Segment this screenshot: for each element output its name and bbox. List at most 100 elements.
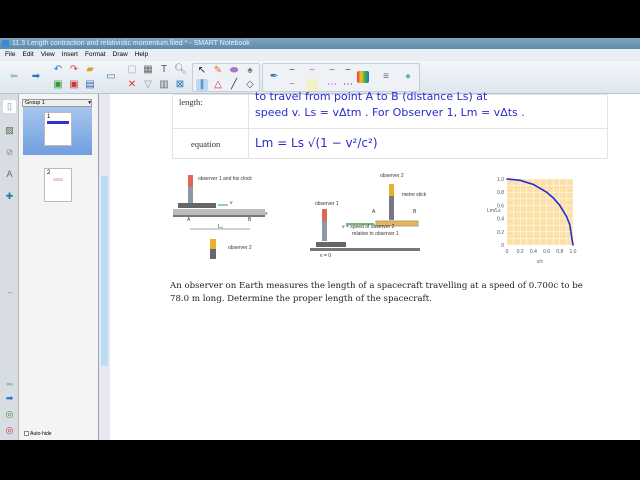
- x-tick-label: 0: [506, 249, 509, 255]
- page-sorter-tab-icon[interactable]: ▯: [3, 100, 16, 113]
- addons-tab-icon[interactable]: ✚: [3, 190, 16, 203]
- menu-file[interactable]: File: [5, 49, 15, 61]
- page-sorter-panel: ▯ ▨ ⊘ A ✚ ↔ ⬅ ➡ ◎ ◎ Group 1 ▾ 1 2 Auto-hi…: [0, 94, 110, 440]
- paste-icon[interactable]: ▢: [126, 64, 138, 76]
- group-dropdown[interactable]: Group 1 ▾: [22, 99, 92, 107]
- contraction-chart: 0 0.2 0.4 0.6 0.8 1.000.20.40.60.81.0v/cLm/Ls: [487, 177, 577, 265]
- y-tick-label: 1.0: [497, 177, 504, 183]
- menu-format[interactable]: Format: [85, 49, 106, 61]
- whiteboard-canvas[interactable]: length: to travel from point A to B (dis…: [110, 90, 640, 440]
- data-point: [568, 223, 571, 226]
- x-tick-label: 0.8: [556, 249, 563, 255]
- display-icon[interactable]: ▭: [105, 71, 117, 83]
- forward-arrow-icon[interactable]: ➡: [30, 71, 42, 83]
- data-point: [559, 204, 561, 207]
- properties-tab-icon[interactable]: A: [3, 168, 16, 181]
- pen-style-3[interactable]: ~: [326, 65, 338, 77]
- pen-icon[interactable]: ✎: [212, 65, 224, 77]
- math-tools-icon[interactable]: ∥: [196, 79, 208, 91]
- menu-insert[interactable]: Insert: [62, 49, 78, 61]
- page-number: 2: [47, 170, 51, 176]
- y-tick-label: 0.2: [497, 230, 504, 236]
- x-tick-label: 0.4: [530, 249, 537, 255]
- data-point: [519, 179, 521, 182]
- row-label-length: length:: [172, 94, 249, 129]
- autohide-checkbox[interactable]: Auto-hide: [24, 431, 52, 437]
- pen-style-1[interactable]: ~: [286, 65, 298, 77]
- panel-left-arrow-icon[interactable]: ⬅: [3, 378, 16, 391]
- menu-edit[interactable]: Edit: [22, 49, 33, 61]
- menu-bar: File Edit View Insert Format Draw Help: [0, 49, 640, 61]
- redo-icon[interactable]: ↷: [68, 64, 80, 76]
- app-icon: [2, 40, 9, 47]
- menu-draw[interactable]: Draw: [113, 49, 128, 61]
- delete-page-icon[interactable]: ◎: [3, 424, 16, 437]
- pen-style-4[interactable]: ~: [342, 65, 354, 77]
- handwritten-notes: to travel from point A to B (distance Ls…: [248, 90, 608, 129]
- chevron-down-icon: ▾: [88, 100, 91, 106]
- data-point: [545, 191, 548, 193]
- back-arrow-icon[interactable]: ⬅: [8, 71, 20, 83]
- text-icon[interactable]: T: [158, 64, 170, 76]
- y-tick-label: 0: [501, 243, 504, 249]
- add-page-icon[interactable]: ▣: [52, 79, 64, 91]
- delete-icon[interactable]: ✕: [126, 79, 138, 91]
- sorter-scrollbar[interactable]: [98, 94, 110, 440]
- data-point: [532, 183, 535, 186]
- screen-shade-icon[interactable]: ▦: [142, 64, 154, 76]
- color-palette-icon[interactable]: [357, 71, 369, 83]
- delete-page-icon[interactable]: ▣: [68, 79, 80, 91]
- data-point: [506, 178, 508, 180]
- page-number: 1: [47, 114, 51, 120]
- page-thumbnail-1[interactable]: 1: [44, 112, 72, 146]
- scrollbar-thumb[interactable]: [101, 176, 108, 366]
- data-point: [552, 197, 554, 199]
- lesson-table: length: to travel from point A to B (dis…: [172, 90, 608, 159]
- open-folder-icon[interactable]: ▰: [84, 64, 96, 76]
- undo-icon[interactable]: ↶: [52, 64, 64, 76]
- x-tick-label: 0.2: [517, 249, 524, 255]
- y-axis-label: Lm/Ls: [487, 208, 501, 214]
- select-arrow-icon[interactable]: ↖: [196, 65, 208, 77]
- save-icon[interactable]: ▤: [84, 79, 96, 91]
- panel-resize-icon[interactable]: ↔: [3, 286, 16, 299]
- panel-right-arrow-icon[interactable]: ➡: [3, 392, 16, 405]
- label-a: A: [372, 209, 376, 215]
- x-axis-label: v/c: [537, 259, 544, 265]
- label-l0: L₀: [218, 224, 223, 230]
- question-text: An observer on Earth measures the length…: [170, 281, 583, 304]
- transparency-icon[interactable]: ●: [402, 71, 414, 83]
- label-observer2: observer 2: [228, 245, 252, 251]
- pen-type-icon[interactable]: ✒: [268, 71, 280, 83]
- group-label: Group 1: [25, 100, 45, 106]
- fullscreen-icon[interactable]: ⊠: [174, 79, 186, 91]
- magnifier-icon[interactable]: 🔍︎: [174, 64, 187, 76]
- row-label-equation: equation: [172, 128, 249, 159]
- window-title: 11.3 Length contraction and relativistic…: [12, 40, 250, 47]
- menu-help[interactable]: Help: [135, 49, 148, 61]
- menu-view[interactable]: View: [41, 49, 55, 61]
- label-observer2: observer 2: [380, 173, 404, 179]
- label-speed-note: v = speed of observer 2: [342, 224, 395, 230]
- attachments-tab-icon[interactable]: ⊘: [3, 146, 16, 159]
- pen-style-2[interactable]: ~: [306, 65, 318, 77]
- label-b: B: [248, 217, 252, 223]
- label-x: x: [265, 211, 268, 217]
- x-tick-label: 1.0: [570, 249, 577, 255]
- page-thumbnail-2[interactable]: 2: [44, 168, 72, 202]
- shapes-icon[interactable]: △: [212, 79, 224, 91]
- line-icon[interactable]: ╱: [228, 79, 240, 91]
- gallery-tab-icon[interactable]: ▨: [3, 124, 16, 137]
- label-observer1: observer 1: [315, 201, 339, 207]
- line-style-icon[interactable]: ≡: [380, 71, 392, 83]
- handwritten-equation: Lm = Ls √(1 − v²/c²): [248, 128, 608, 159]
- y-tick-label: 0.8: [497, 190, 504, 196]
- table-icon[interactable]: ▥: [158, 79, 170, 91]
- autohide-label: Auto-hide: [30, 431, 52, 437]
- y-tick-label: 0.4: [497, 217, 504, 223]
- x-tick-label: 0.6: [543, 249, 550, 255]
- fill-icon[interactable]: ♠: [244, 65, 256, 77]
- add-page-icon[interactable]: ◎: [3, 408, 16, 421]
- eraser-icon[interactable]: ⬬: [228, 65, 240, 77]
- screen-capture-icon[interactable]: ▽: [142, 79, 154, 91]
